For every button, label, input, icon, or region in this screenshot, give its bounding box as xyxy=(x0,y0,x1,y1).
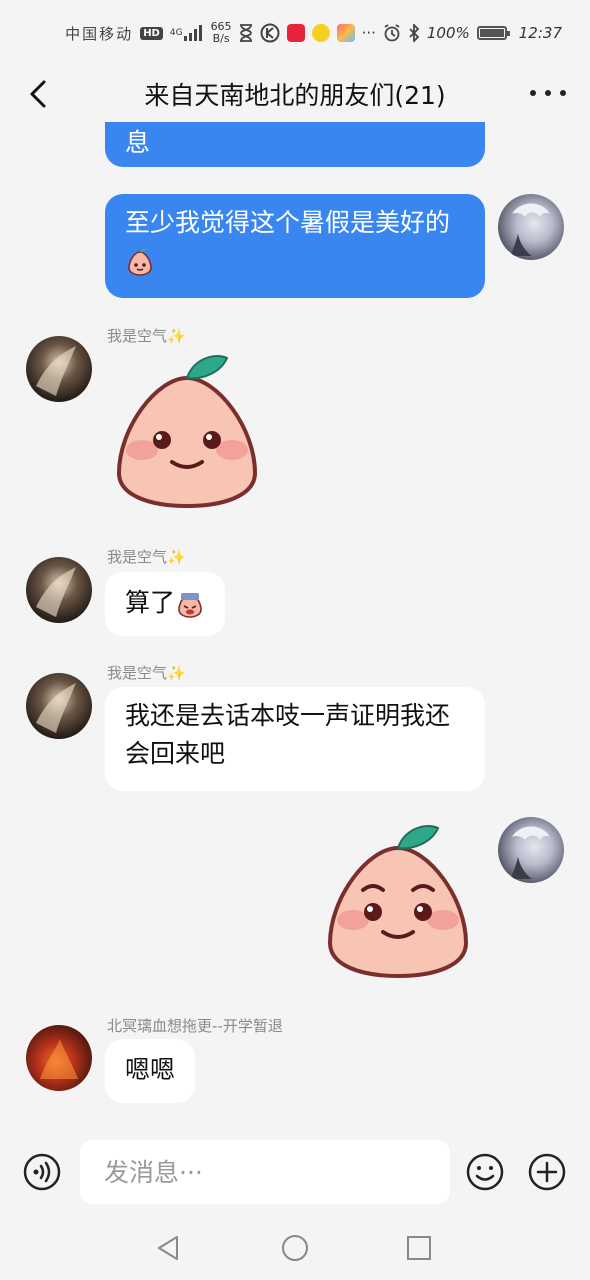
hourglass-icon xyxy=(239,24,253,42)
sender-name: 北冥璃血想拖更--开学暂退 xyxy=(107,1017,283,1035)
avatar-contact[interactable] xyxy=(26,673,92,739)
battery-percent: 100% xyxy=(426,24,470,42)
avatar-contact[interactable] xyxy=(26,1025,92,1091)
sender-name: 我是空气✨ xyxy=(107,664,186,682)
sticker-peach[interactable] xyxy=(323,820,473,980)
back-button[interactable] xyxy=(22,76,58,112)
bluetooth-icon xyxy=(408,24,420,42)
network-type: 4G xyxy=(169,28,183,38)
voice-button[interactable] xyxy=(22,1152,62,1192)
message-bubble-incoming[interactable]: 算了 xyxy=(105,572,226,636)
input-bar xyxy=(0,1130,590,1216)
avatar-self[interactable] xyxy=(498,817,564,883)
nav-home-button[interactable] xyxy=(279,1232,311,1264)
avatar-contact[interactable] xyxy=(26,336,92,402)
message-text: 嗯嗯 xyxy=(125,1055,176,1084)
network-speed: 665 B/s xyxy=(211,21,232,45)
sparkle-icon: ✨ xyxy=(167,664,186,682)
overflow-indicator: ··· xyxy=(361,24,376,42)
more-icon xyxy=(530,90,536,96)
message-text: 至少我觉得这个暑假是美好的 xyxy=(125,208,451,237)
plus-icon xyxy=(528,1153,566,1191)
message-bubble-outgoing[interactable]: 息 xyxy=(105,122,485,167)
message-input[interactable] xyxy=(80,1140,450,1204)
crying-peach-emoji-icon xyxy=(175,589,205,619)
nav-recent-button[interactable] xyxy=(403,1232,435,1264)
message-bubble-outgoing[interactable]: 至少我觉得这个暑假是美好的 xyxy=(105,194,485,298)
back-icon xyxy=(30,80,46,108)
signal-icon: 4G xyxy=(170,25,204,41)
battery-icon xyxy=(476,26,510,40)
sparkle-icon: ✨ xyxy=(167,548,186,566)
message-bubble-incoming[interactable]: 嗯嗯 xyxy=(105,1039,196,1103)
chat-header: 来自天南地北的朋友们(21) xyxy=(0,66,590,122)
carrier-label: 中国移动 xyxy=(65,24,134,43)
nav-back-button[interactable] xyxy=(153,1232,185,1264)
alarm-icon xyxy=(383,24,401,42)
sender-name: 我是空气✨ xyxy=(107,327,186,345)
message-bubble-incoming[interactable]: 我还是去话本吱一声证明我还会回来吧 xyxy=(105,687,485,791)
emoji-icon xyxy=(466,1153,504,1191)
chat-title: 来自天南地北的朋友们(21) xyxy=(144,81,446,110)
message-text: 我还是去话本吱一声证明我还会回来吧 xyxy=(125,701,451,768)
avatar-contact[interactable] xyxy=(26,557,92,623)
peach-emoji-icon xyxy=(125,247,155,277)
avatar-self[interactable] xyxy=(498,194,564,260)
plus-button[interactable] xyxy=(527,1152,567,1192)
colorful-app-icon xyxy=(336,24,355,42)
message-text: 算了 xyxy=(125,588,176,617)
speed-unit: B/s xyxy=(212,32,230,45)
nav-home-icon xyxy=(282,1235,308,1261)
system-nav-bar xyxy=(0,1216,590,1280)
sender-name: 我是空气✨ xyxy=(107,548,186,566)
nav-back-icon xyxy=(158,1236,178,1260)
nav-recent-icon xyxy=(407,1236,431,1260)
message-list[interactable]: 息 至少我觉得这个暑假是美好的 我是空气✨ 我是空气✨ 算了 我是空气✨ 我还是… xyxy=(0,122,590,1130)
k-app-icon xyxy=(260,23,280,43)
status-bar: 中国移动 HD 4G 665 B/s ··· 100% 12:37 xyxy=(0,0,590,66)
clock: 12:37 xyxy=(518,24,562,42)
yellow-app-icon xyxy=(311,24,330,42)
red-app-icon xyxy=(286,24,305,42)
emoji-button[interactable] xyxy=(465,1152,505,1192)
sparkle-icon: ✨ xyxy=(167,327,186,345)
sticker-peach[interactable] xyxy=(112,350,262,510)
hd-badge: HD xyxy=(140,26,163,40)
voice-icon xyxy=(23,1153,61,1191)
message-text: 息 xyxy=(125,128,151,157)
more-button[interactable] xyxy=(530,78,566,108)
